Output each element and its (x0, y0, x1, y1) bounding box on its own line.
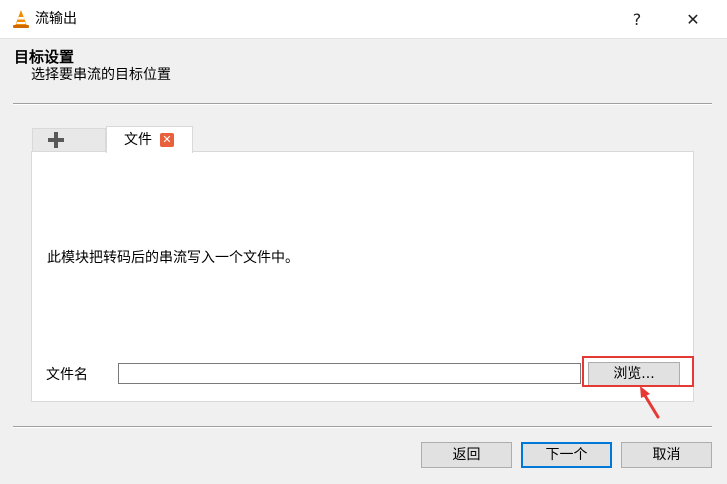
header-divider (13, 103, 712, 105)
tab-file-label: 文件 (124, 132, 152, 148)
module-description: 此模块把转码后的串流写入一个文件中。 (47, 250, 299, 266)
filename-label: 文件名 (46, 367, 88, 383)
filename-input[interactable] (118, 363, 581, 384)
tab-file[interactable]: 文件 ✕ (106, 126, 193, 153)
window-title: 流输出 (35, 11, 77, 27)
tab-panel-file: 此模块把转码后的串流写入一个文件中。 文件名 浏览... (31, 151, 694, 402)
footer-divider (13, 426, 712, 428)
annotation-arrow-icon (640, 386, 660, 419)
page-title: 目标设置 (14, 48, 75, 66)
cancel-button[interactable]: 取消 (621, 442, 712, 468)
back-button[interactable]: 返回 (421, 442, 512, 468)
browse-button[interactable]: 浏览... (588, 362, 680, 386)
help-button[interactable]: ? (614, 0, 660, 38)
vlc-cone-icon (13, 10, 29, 28)
close-tab-icon[interactable]: ✕ (160, 133, 174, 147)
close-window-button[interactable]: ✕ (670, 0, 716, 38)
tab-add[interactable] (32, 128, 106, 152)
plus-icon (48, 132, 64, 148)
next-button[interactable]: 下一个 (521, 442, 612, 468)
title-bar: 流输出 ? ✕ (0, 0, 727, 39)
page-subtitle: 选择要串流的目标位置 (31, 67, 171, 83)
